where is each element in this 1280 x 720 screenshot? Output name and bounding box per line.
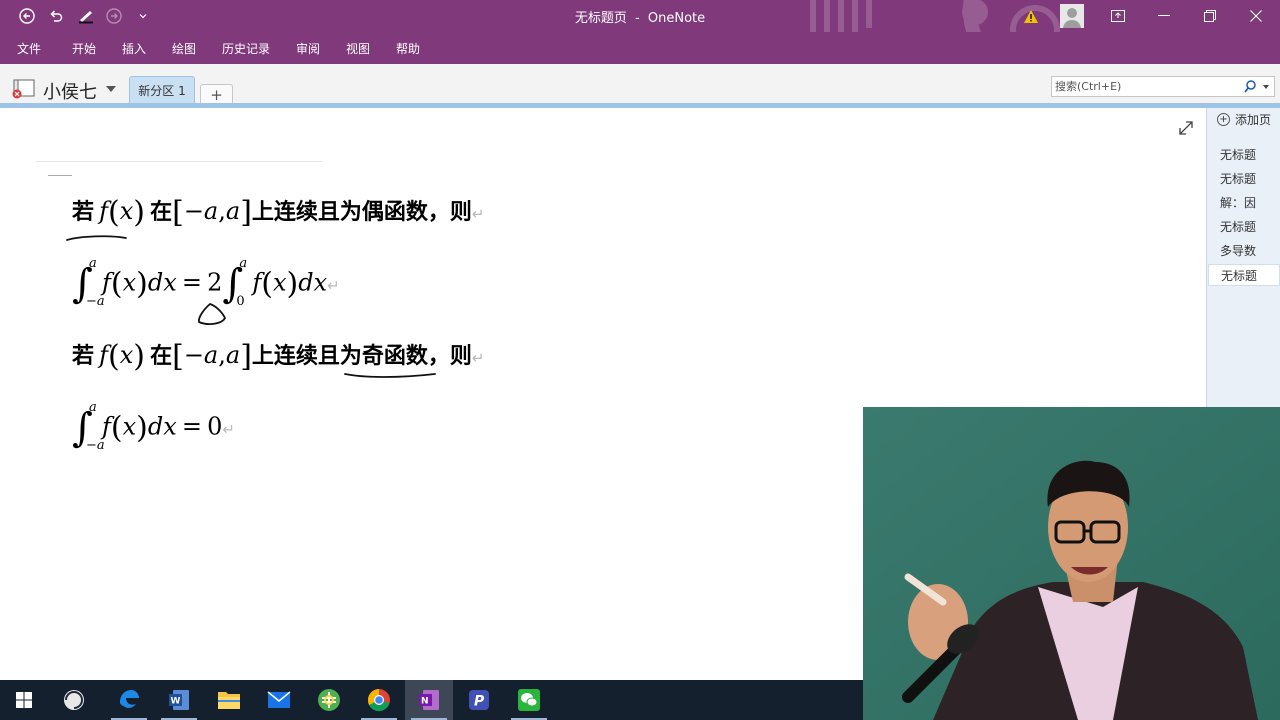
menu-history[interactable]: 历史记录 [222, 40, 270, 57]
svg-text:N: N [421, 697, 429, 707]
notebook-dropdown-icon[interactable] [106, 86, 116, 92]
mail-icon[interactable] [255, 680, 303, 720]
account-avatar-icon[interactable] [1049, 0, 1095, 32]
warning-icon[interactable] [1008, 0, 1054, 32]
menu-home[interactable]: 开始 [72, 40, 96, 57]
search-scope-dropdown-icon[interactable] [1263, 85, 1269, 89]
menu-draw[interactable]: 绘图 [172, 40, 196, 57]
menu-help[interactable]: 帮助 [396, 40, 420, 57]
chrome-icon[interactable] [355, 680, 403, 720]
windows-start-icon[interactable] [0, 680, 48, 720]
add-page-button[interactable]: + 添加页 [1217, 111, 1271, 128]
page-item[interactable]: 无标题 [1208, 144, 1280, 166]
onenote-icon[interactable]: N [405, 680, 453, 720]
svg-text:P: P [474, 694, 485, 710]
edge-icon[interactable] [105, 680, 153, 720]
formula-odd: ∫ a −a f(x)dx = 0↵ [72, 400, 235, 456]
document-title: 无标题页 [574, 11, 627, 26]
title-bar: 无标题页 - OneNote [0, 0, 1280, 64]
close-icon[interactable] [1233, 0, 1279, 32]
tab-section-1[interactable]: 新分区 1 [129, 76, 195, 104]
restore-icon[interactable] [1187, 0, 1233, 32]
minimize-icon[interactable] [1141, 0, 1187, 32]
expand-icon[interactable] [1177, 119, 1195, 137]
wechat-icon[interactable] [505, 680, 553, 720]
page-item[interactable]: 无标题 [1208, 216, 1280, 238]
p-app-icon[interactable]: P [455, 680, 503, 720]
file-explorer-icon[interactable] [205, 680, 253, 720]
app-name: OneNote [647, 11, 706, 26]
search-icon[interactable] [1244, 80, 1256, 94]
add-page-icon: + [1217, 113, 1230, 126]
menu-file[interactable]: 文件 [17, 40, 41, 57]
page-list-panel: + 添加页 无标题 无标题 解：因 无标题 多导数 无标题 [1206, 108, 1280, 407]
menu-bar: 文件 开始 插入 绘图 历史记录 审阅 视图 帮助 [0, 32, 1280, 64]
add-section-button[interactable]: + [200, 84, 233, 104]
menu-insert[interactable]: 插入 [122, 40, 146, 57]
svg-text:W: W [171, 697, 181, 707]
page-item[interactable]: 多导数 [1208, 240, 1280, 262]
page-item[interactable]: 解：因 [1208, 192, 1280, 214]
notebook-icon[interactable] [11, 79, 37, 99]
page-item[interactable]: 无标题 [1208, 168, 1280, 190]
ribbon-display-icon[interactable] [1095, 0, 1141, 32]
ink-annotations [66, 235, 436, 378]
notebook-name[interactable]: 小侯七 [43, 78, 97, 104]
integral-sign: ∫ a −a [72, 400, 105, 453]
browser-360-icon[interactable] [305, 680, 353, 720]
webcam-video-overlay [863, 407, 1280, 720]
word-icon[interactable]: W [155, 680, 203, 720]
menu-review[interactable]: 审阅 [296, 40, 320, 57]
search-box[interactable] [1051, 76, 1275, 97]
paragraph-mark: ↵ [222, 420, 235, 439]
menu-view[interactable]: 视图 [346, 40, 370, 57]
task-view-icon[interactable] [50, 680, 98, 720]
page-item-selected[interactable]: 无标题 [1208, 264, 1280, 286]
search-input[interactable] [1055, 79, 1240, 94]
